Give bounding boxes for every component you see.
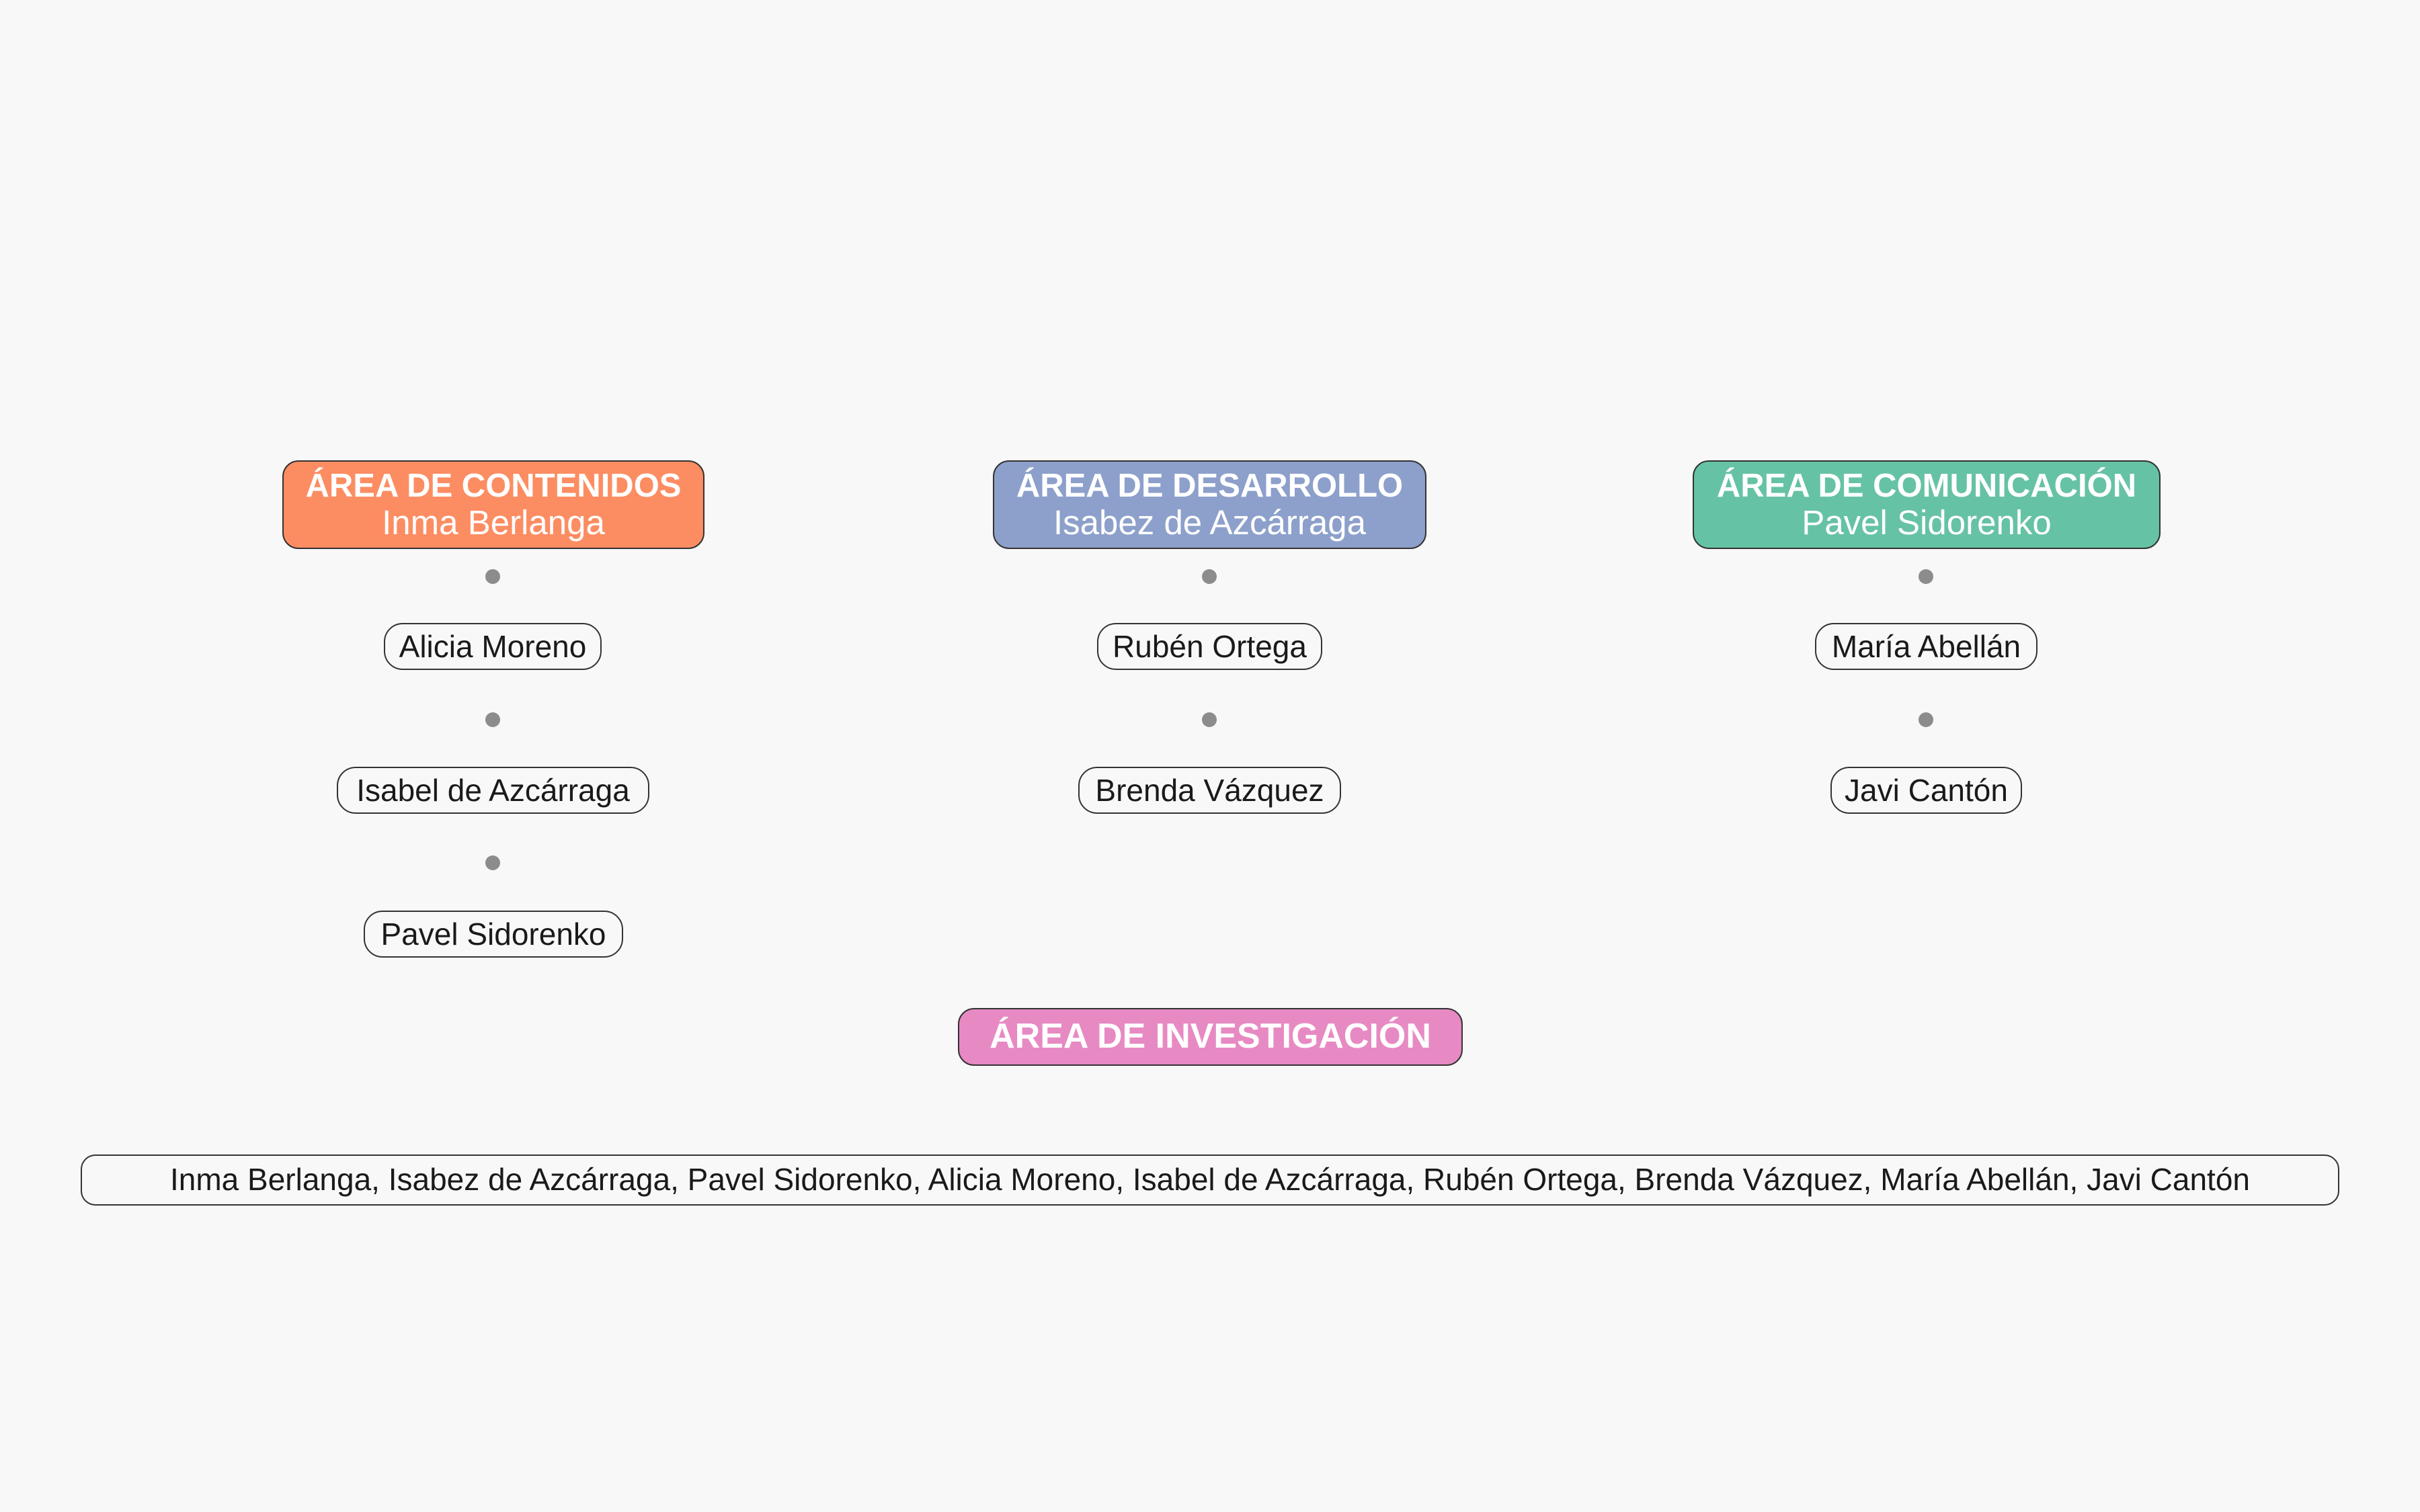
area-lead: Isabez de Azcárraga — [1053, 503, 1366, 542]
connector-dot — [1202, 712, 1217, 727]
area-title: ÁREA DE DESARROLLO — [1016, 468, 1404, 504]
connector-dot — [485, 855, 500, 870]
area-title: ÁREA DE COMUNICACIÓN — [1716, 468, 2137, 504]
area-lead: Inma Berlanga — [382, 503, 605, 542]
member-box: Javi Cantón — [1830, 767, 2022, 814]
investigacion-members-box: Inma Berlanga, Isabez de Azcárraga, Pave… — [81, 1154, 2339, 1206]
connector-dot — [1919, 569, 1933, 584]
connector-dot — [485, 569, 500, 584]
member-box: María Abellán — [1815, 623, 2038, 670]
member-box: Pavel Sidorenko — [364, 911, 623, 958]
area-investigacion-header: ÁREA DE INVESTIGACIÓN — [958, 1008, 1463, 1066]
connector-dot — [485, 712, 500, 727]
area-title: ÁREA DE CONTENIDOS — [305, 468, 682, 504]
area-lead: Pavel Sidorenko — [1802, 503, 2052, 542]
member-box: Rubén Ortega — [1097, 623, 1322, 670]
area-comunicacion-header: ÁREA DE COMUNICACIÓN Pavel Sidorenko — [1693, 460, 2161, 549]
member-box: Alicia Moreno — [384, 623, 602, 670]
area-desarrollo-header: ÁREA DE DESARROLLO Isabez de Azcárraga — [993, 460, 1426, 549]
org-chart: ÁREA DE CONTENIDOS Inma Berlanga Alicia … — [0, 0, 2420, 1512]
connector-dot — [1919, 712, 1933, 727]
area-contenidos-header: ÁREA DE CONTENIDOS Inma Berlanga — [282, 460, 704, 549]
member-box: Isabel de Azcárraga — [337, 767, 649, 814]
member-box: Brenda Vázquez — [1078, 767, 1341, 814]
connector-dot — [1202, 569, 1217, 584]
